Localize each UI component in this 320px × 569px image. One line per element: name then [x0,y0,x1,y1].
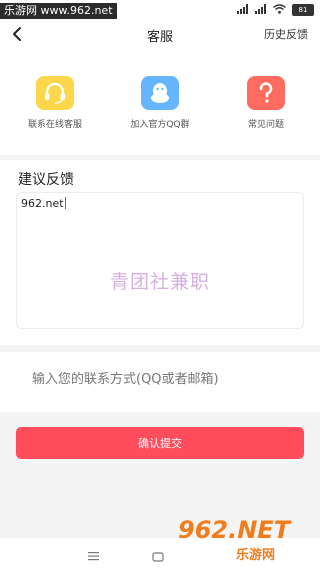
menu-icon[interactable] [87,547,101,561]
feedback-textarea[interactable]: 962.net 青团社兼职 [16,192,304,329]
history-feedback-link[interactable]: 历史反馈 [264,26,308,42]
headset-icon [36,76,74,110]
home-icon[interactable] [152,547,164,562]
quick-action-faq[interactable]: 常见问题 [216,76,316,130]
contact-input[interactable] [32,372,292,387]
brand-sub-text: 乐游网 [236,548,276,563]
question-icon [247,76,285,110]
wifi-icon [273,3,286,17]
submit-button[interactable]: 确认提交 [16,427,304,459]
header: 客服 历史反馈 [0,20,320,50]
brand-logo: 962.NET 乐游网 [178,514,314,568]
quick-actions: 联系在线客服 加入官方QQ群 常见问题 [0,50,320,155]
feedback-text-value: 962.net [21,197,66,210]
text-cursor [64,197,66,209]
quick-action-label: 联系在线客服 [27,120,82,130]
signal-icon-2 [255,3,267,17]
battery-icon: 81 [292,4,314,16]
watermark-text: 青团社兼职 [109,271,210,293]
feedback-title: 建议反馈 [18,172,74,188]
feedback-text: 962.net [21,197,64,210]
signal-icon [237,3,249,17]
status-bar: 乐游网 www.962.net 81 [0,0,320,20]
feedback-section: 建议反馈 962.net 青团社兼职 [0,160,320,345]
contact-section [0,352,320,412]
status-icons: 81 [237,3,314,17]
qq-penguin-icon [141,76,179,110]
site-badge: 乐游网 www.962.net [0,3,117,19]
quick-action-label: 常见问题 [247,120,284,130]
quick-action-label: 加入官方QQ群 [130,120,190,130]
brand-logo-text: 962.NET [178,516,291,544]
quick-action-online-service[interactable]: 联系在线客服 [5,76,105,130]
quick-action-qq-group[interactable]: 加入官方QQ群 [110,76,210,130]
